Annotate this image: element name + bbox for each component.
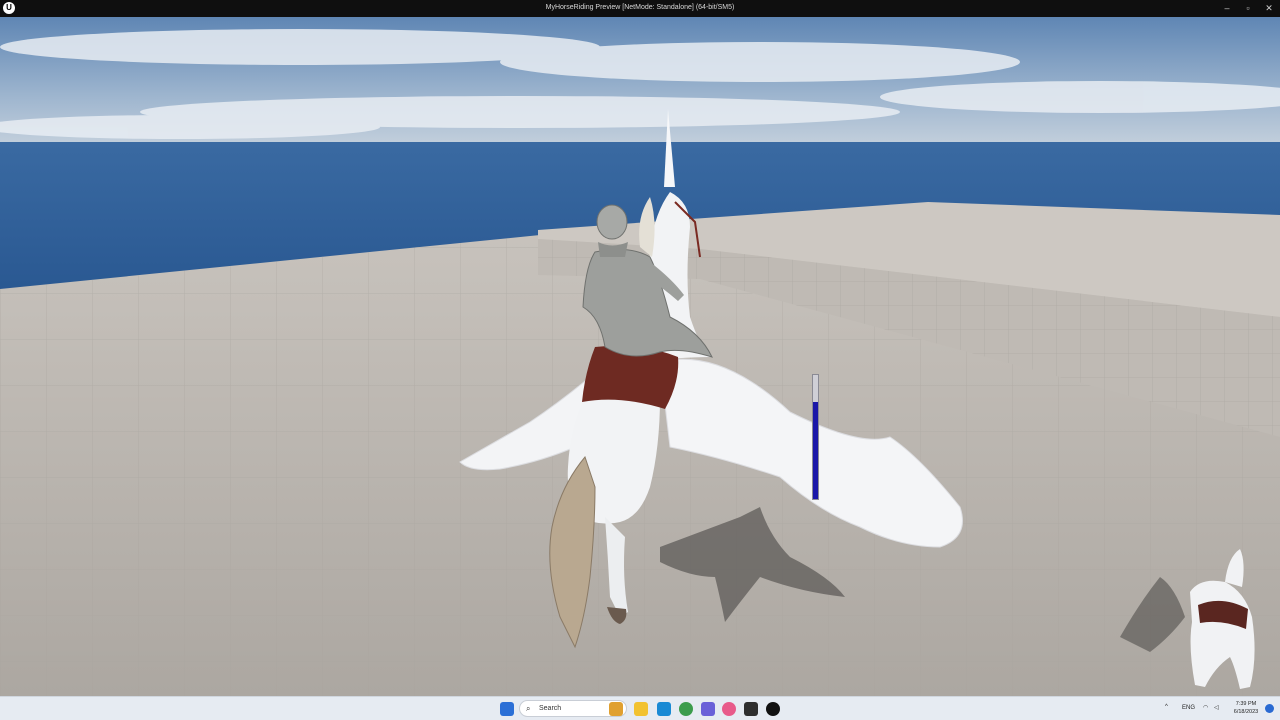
start-icon[interactable] [500,702,514,716]
tray-chevron-icon[interactable]: ^ [1165,704,1168,710]
itunes-icon[interactable] [722,702,736,716]
widget-icon[interactable] [609,702,623,716]
window-title: MyHorseRiding Preview [NetMode: Standalo… [545,4,735,11]
edge-icon[interactable] [657,702,671,716]
wifi-icon[interactable]: ◠ [1203,704,1208,711]
language-indicator[interactable]: ENG [1182,705,1195,711]
notification-icon[interactable] [1265,704,1274,713]
search-placeholder: Search [539,705,562,712]
game-scene [0,17,1280,696]
game-viewport[interactable] [0,17,1280,696]
file-explorer-icon[interactable] [634,702,648,716]
minimize-button[interactable]: – [1217,0,1237,17]
clock-date: 6/18/2023 [1233,709,1259,715]
unreal-engine-icon[interactable] [766,702,780,716]
windows-taskbar: ⌕ Search ^ ENG ◠ ◁ 7:39 PM 6/18/2023 [0,696,1280,720]
nvidia-icon[interactable] [744,702,758,716]
maximize-button[interactable]: ▫ [1238,0,1258,17]
close-button[interactable]: ✕ [1259,0,1279,17]
search-icon: ⌕ [526,704,531,713]
clock-time: 7:39 PM [1235,701,1257,707]
window-titlebar: U MyHorseRiding Preview [NetMode: Standa… [0,0,1280,17]
stamina-gauge [812,374,819,500]
volume-icon[interactable]: ◁ [1214,704,1219,711]
chrome-icon[interactable] [679,702,693,716]
system-clock[interactable]: 7:39 PM 6/18/2023 [1228,700,1264,716]
discord-icon[interactable] [701,702,715,716]
stamina-gauge-fill [813,402,818,499]
